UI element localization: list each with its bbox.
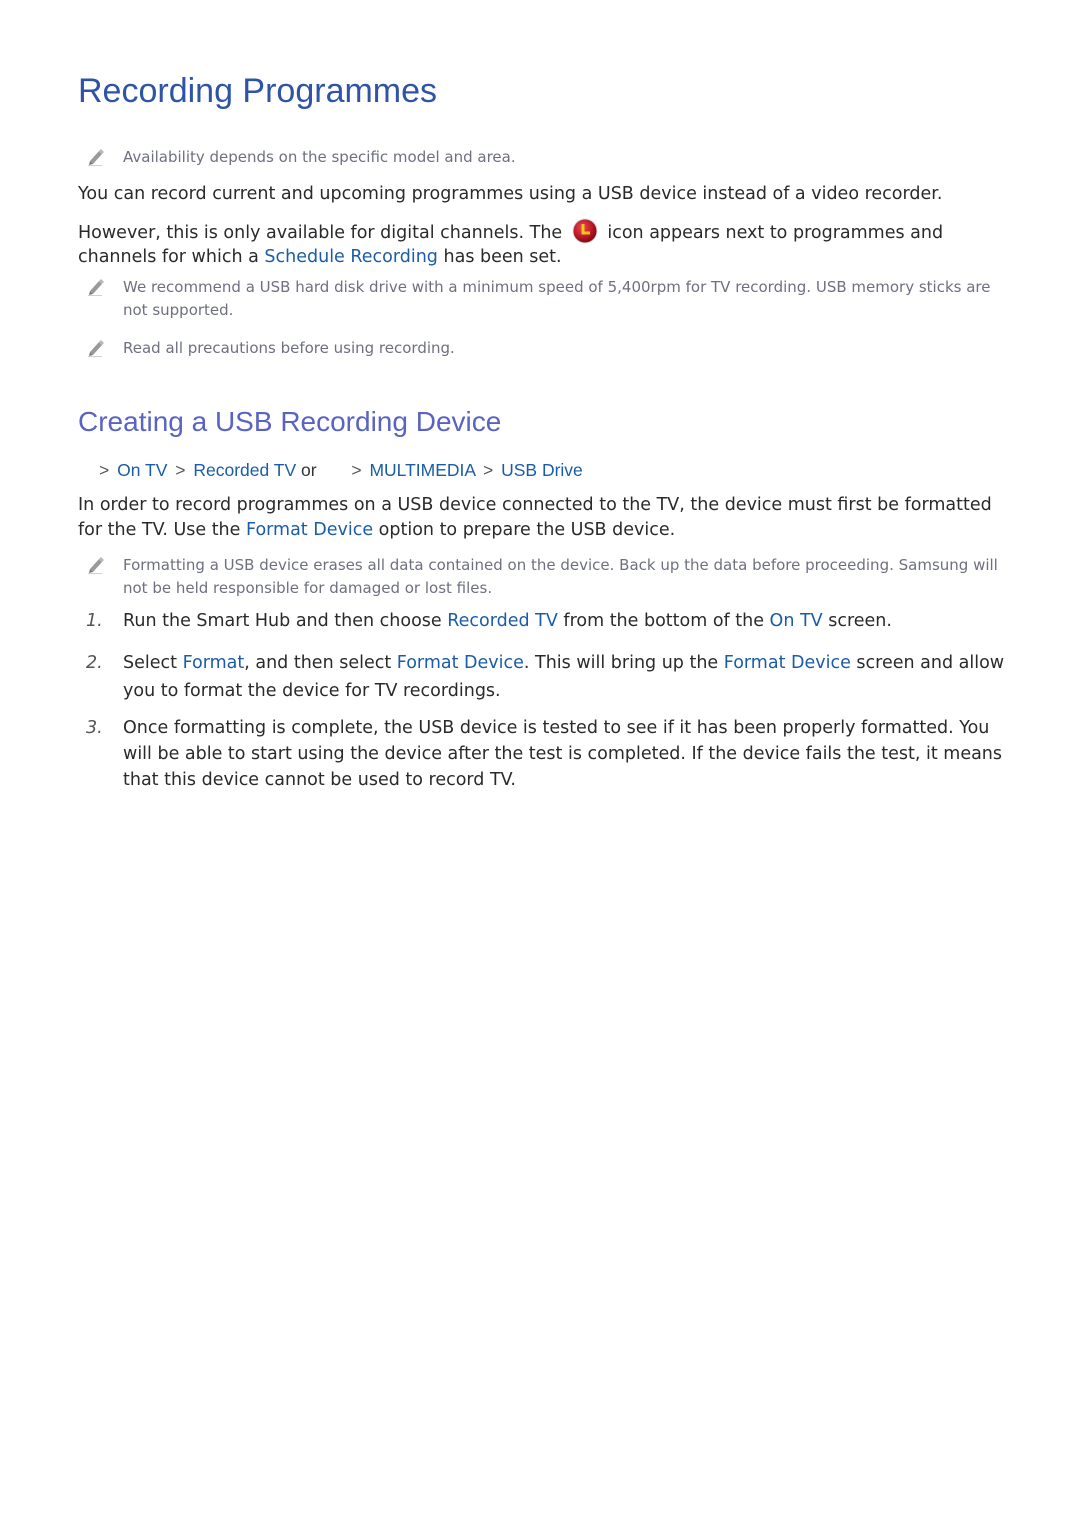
- note-text: We recommend a USB hard disk drive with …: [123, 278, 991, 319]
- breadcrumb: > On TV > Recorded TV or > MULTIMEDIA > …: [96, 460, 583, 481]
- pencil-icon: [88, 149, 104, 166]
- intro-paragraph-2: However, this is only available for digi…: [78, 218, 1008, 269]
- note-availability: Availability depends on the specific mod…: [78, 146, 1008, 169]
- step-2: 2. Select Format, and then select Format…: [78, 649, 1008, 705]
- breadcrumb-recorded-tv[interactable]: Recorded TV: [193, 460, 296, 480]
- schedule-recording-icon: [572, 218, 598, 244]
- step-number: 3.: [86, 718, 103, 738]
- format-device-screen-link[interactable]: Format Device: [724, 653, 851, 673]
- pencil-icon: [88, 340, 104, 357]
- note-formatting-warning: Formatting a USB device erases all data …: [78, 554, 1008, 600]
- breadcrumb-on-tv[interactable]: On TV: [117, 460, 167, 480]
- format-device-link[interactable]: Format Device: [246, 520, 373, 540]
- recorded-tv-link[interactable]: Recorded TV: [447, 611, 558, 631]
- step-number: 1.: [86, 611, 103, 631]
- step-3: 3. Once formatting is complete, the USB …: [78, 715, 1008, 793]
- on-tv-link[interactable]: On TV: [770, 611, 823, 631]
- chevron-right-icon: >: [351, 460, 362, 480]
- note-text: Read all precautions before using record…: [123, 339, 455, 357]
- note-precautions: Read all precautions before using record…: [78, 337, 1008, 360]
- pencil-icon: [88, 279, 104, 296]
- section-heading: Creating a USB Recording Device: [78, 406, 502, 437]
- format-paragraph: In order to record programmes on a USB d…: [78, 495, 992, 540]
- breadcrumb-multimedia[interactable]: MULTIMEDIA: [369, 460, 475, 480]
- format-device-link[interactable]: Format Device: [397, 653, 524, 673]
- schedule-recording-link[interactable]: Schedule Recording: [264, 247, 438, 267]
- step-number: 2.: [86, 653, 103, 673]
- chevron-right-icon: >: [175, 460, 186, 480]
- page-title: Recording Programmes: [78, 72, 438, 110]
- chevron-right-icon: >: [483, 460, 494, 480]
- note-text: Availability depends on the specific mod…: [123, 148, 516, 166]
- step-1: 1. Run the Smart Hub and then choose Rec…: [78, 608, 1008, 634]
- breadcrumb-or: or: [301, 460, 317, 480]
- note-text: Formatting a USB device erases all data …: [123, 556, 998, 597]
- intro-paragraph-1: You can record current and upcoming prog…: [78, 184, 943, 204]
- note-usb-recommendation: We recommend a USB hard disk drive with …: [78, 276, 1008, 322]
- pencil-icon: [88, 557, 104, 574]
- format-link[interactable]: Format: [183, 653, 245, 673]
- breadcrumb-usb-drive[interactable]: USB Drive: [501, 460, 583, 480]
- chevron-right-icon: >: [99, 460, 110, 480]
